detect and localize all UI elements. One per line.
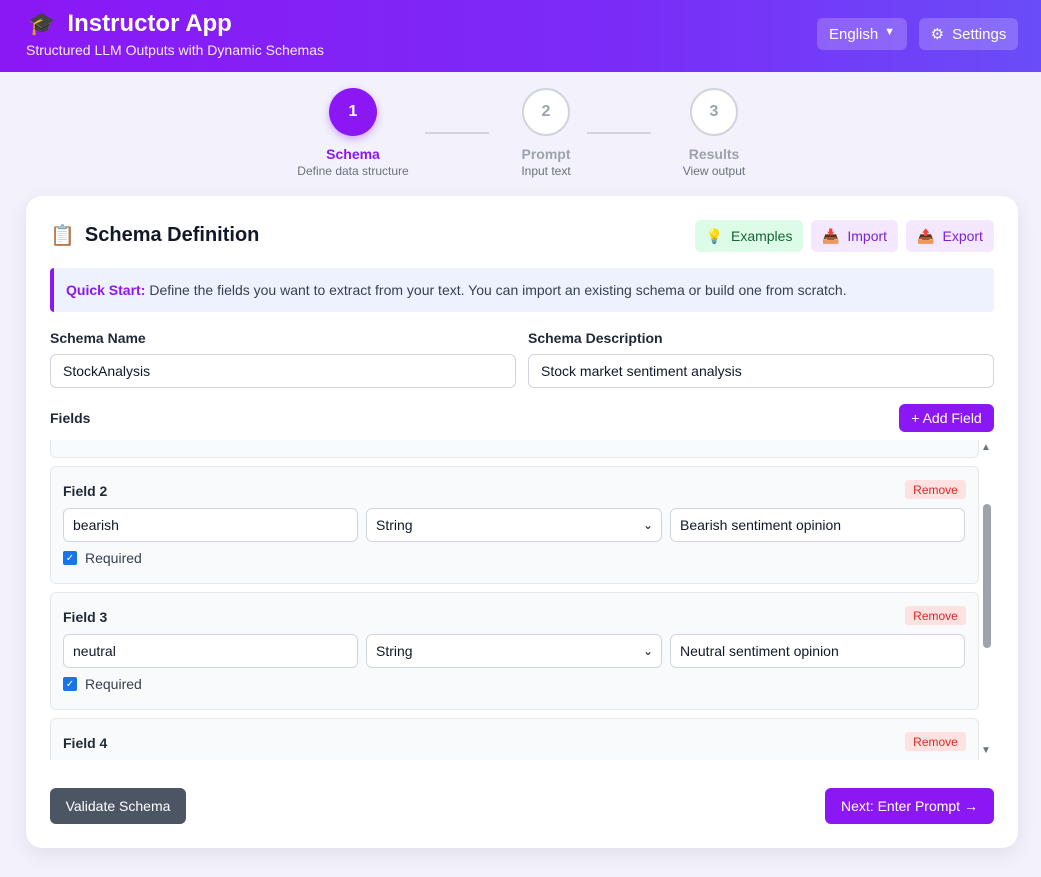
- card-title: 📋 Schema Definition: [50, 223, 259, 248]
- step-label: Results: [688, 146, 740, 162]
- field-description-value: Bearish sentiment opinion: [680, 517, 842, 533]
- scrollbar-thumb[interactable]: [983, 504, 991, 648]
- field-name-value: neutral: [73, 643, 116, 659]
- quick-start-label: Quick Start:: [66, 282, 146, 298]
- card-title-text: Schema Definition: [84, 224, 260, 246]
- step-connector: [587, 132, 651, 134]
- outbox-tray-icon: 📤: [917, 227, 935, 244]
- schema-name-input[interactable]: StockAnalysis: [50, 354, 516, 388]
- validate-schema-button[interactable]: Validate Schema: [50, 788, 186, 824]
- scroll-down-icon[interactable]: ▼: [981, 745, 991, 756]
- field-card: Field 4 Remove: [50, 718, 979, 760]
- required-label: Required: [85, 550, 142, 566]
- clipboard-icon: 📋: [50, 225, 75, 247]
- step-sub: Input text: [521, 164, 571, 178]
- app-header: 🎓 Instructor App Structured LLM Outputs …: [0, 0, 1041, 72]
- next-enter-prompt-button[interactable]: Next: Enter Prompt →: [825, 788, 994, 824]
- inbox-tray-icon: 📥: [821, 227, 840, 244]
- step-sub: View output: [682, 164, 746, 178]
- field-type-select[interactable]: String ⌄: [366, 634, 662, 668]
- schema-description-value: Stock market sentiment analysis: [541, 363, 742, 379]
- remove-field-button[interactable]: Remove: [905, 606, 966, 625]
- checkbox-checked-icon[interactable]: ✓: [63, 551, 77, 565]
- field-type-value: String: [376, 517, 413, 533]
- step-prompt[interactable]: 2 Prompt Input text: [496, 88, 596, 178]
- field-description-input[interactable]: Neutral sentiment opinion: [670, 634, 965, 668]
- examples-button[interactable]: 💡 Examples: [695, 220, 803, 252]
- language-select[interactable]: English ▼: [817, 18, 907, 50]
- language-value: English: [829, 25, 879, 43]
- import-button[interactable]: 📥 Import: [811, 220, 898, 252]
- step-number: 3: [690, 88, 738, 136]
- app-title-row: 🎓 Instructor App: [28, 10, 232, 38]
- export-button[interactable]: 📤 Export: [906, 220, 994, 252]
- schema-name-label: Schema Name: [50, 330, 146, 346]
- checkbox-checked-icon[interactable]: ✓: [63, 677, 77, 691]
- field-card: Field 2 Remove bearish String ⌄ Bearish …: [50, 466, 979, 584]
- step-sub: Define data structure: [297, 164, 409, 178]
- required-toggle[interactable]: ✓ Required: [63, 676, 142, 692]
- fields-label: Fields: [50, 410, 91, 426]
- field-title: Field 2: [63, 483, 108, 499]
- schema-description-label: Schema Description: [528, 330, 663, 346]
- add-field-button[interactable]: + Add Field: [899, 404, 994, 432]
- required-toggle[interactable]: ✓ Required: [63, 550, 142, 566]
- examples-label: Examples: [730, 228, 793, 244]
- fields-scroll-area[interactable]: Field 2 Remove bearish String ⌄ Bearish …: [50, 440, 994, 760]
- import-label: Import: [847, 228, 888, 244]
- field-title: Field 4: [63, 735, 108, 751]
- schema-description-input[interactable]: Stock market sentiment analysis: [528, 354, 994, 388]
- field-type-value: String: [376, 643, 413, 659]
- field-description-input[interactable]: Bearish sentiment opinion: [670, 508, 965, 542]
- field-name-input[interactable]: neutral: [63, 634, 358, 668]
- fields-scrollbar[interactable]: ▲ ▼: [978, 440, 994, 760]
- required-label: Required: [85, 676, 142, 692]
- quick-start-banner: Quick Start: Define the fields you want …: [50, 268, 994, 312]
- field-card: Field 3 Remove neutral String ⌄ Neutral …: [50, 592, 979, 710]
- gear-icon: ⚙: [930, 26, 945, 43]
- step-number: 1: [329, 88, 377, 136]
- schema-name-value: StockAnalysis: [63, 363, 151, 379]
- graduation-cap-icon: 🎓: [28, 11, 56, 36]
- step-results[interactable]: 3 Results View output: [664, 88, 764, 178]
- step-connector: [425, 132, 489, 134]
- app-subtitle: Structured LLM Outputs with Dynamic Sche…: [26, 42, 325, 58]
- step-label: Prompt: [521, 146, 571, 162]
- export-label: Export: [942, 228, 983, 244]
- step-schema[interactable]: 1 Schema Define data structure: [293, 88, 413, 178]
- field-description-value: Neutral sentiment opinion: [680, 643, 839, 659]
- quick-start-text: Define the fields you want to extract fr…: [149, 282, 847, 298]
- field-card: [50, 440, 979, 458]
- settings-button[interactable]: ⚙ Settings: [919, 18, 1018, 50]
- step-number: 2: [522, 88, 570, 136]
- settings-label: Settings: [952, 25, 1007, 43]
- field-title: Field 3: [63, 609, 108, 625]
- field-name-input[interactable]: bearish: [63, 508, 358, 542]
- app-title: Instructor App: [67, 10, 232, 37]
- chevron-down-icon: ⌄: [642, 518, 653, 532]
- scroll-up-icon[interactable]: ▲: [981, 442, 991, 453]
- remove-field-button[interactable]: Remove: [905, 732, 966, 751]
- step-label: Schema: [326, 146, 380, 162]
- field-type-select[interactable]: String ⌄: [366, 508, 662, 542]
- field-name-value: bearish: [73, 517, 119, 533]
- schema-card: 📋 Schema Definition 💡 Examples 📥 Import …: [26, 196, 1018, 848]
- chevron-down-icon: ▼: [884, 26, 895, 38]
- lightbulb-icon: 💡: [705, 227, 723, 244]
- chevron-down-icon: ⌄: [642, 644, 653, 658]
- remove-field-button[interactable]: Remove: [905, 480, 966, 499]
